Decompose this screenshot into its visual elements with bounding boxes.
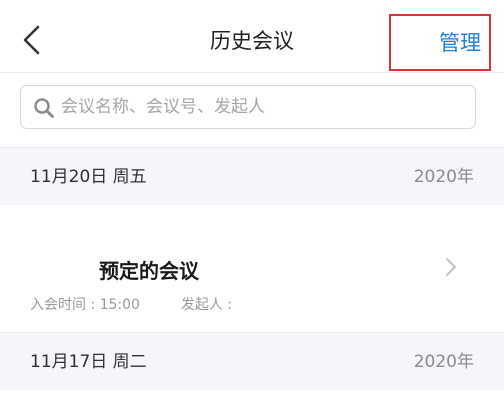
search-box[interactable] (20, 85, 476, 129)
manage-highlight-box: 管理 (389, 14, 491, 71)
history-meetings-screen: 历史会议 管理 11月20日 周五 2020年 预定的会议 入会时间 : 15:… (0, 0, 504, 413)
initiator: 发起人 : (180, 297, 233, 313)
header-divider (0, 72, 504, 73)
top-nav-bar: 历史会议 管理 (0, 0, 504, 72)
meeting-meta: 入会时间 : 15:00 发起人 : (30, 294, 232, 316)
manage-button[interactable]: 管理 (391, 28, 481, 58)
date-section-header: 11月17日 周二 2020年 (0, 332, 504, 390)
chevron-right-icon (446, 258, 456, 276)
join-time: 入会时间 : 15:00 (30, 297, 140, 313)
section-date: 11月20日 周五 (30, 167, 147, 187)
section-date: 11月17日 周二 (30, 352, 147, 372)
meeting-list-item[interactable]: 预定的会议 入会时间 : 15:00 发起人 : (0, 205, 504, 332)
search-icon (34, 98, 54, 118)
search-input[interactable] (61, 92, 461, 122)
section-year: 2020年 (413, 167, 474, 187)
meeting-name: 预定的会议 (99, 259, 199, 283)
section-year: 2020年 (413, 352, 474, 372)
next-meeting-item-peek (0, 390, 504, 413)
date-section-header: 11月20日 周五 2020年 (0, 147, 504, 205)
